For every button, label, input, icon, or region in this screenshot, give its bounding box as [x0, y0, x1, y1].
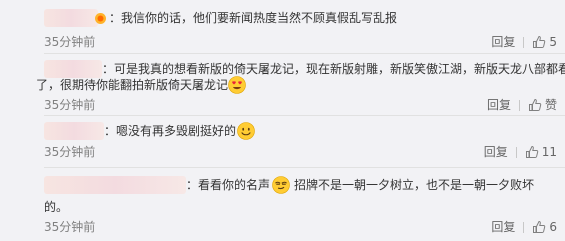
comment-time: 35分钟前 [44, 145, 96, 159]
action-divider [523, 221, 525, 233]
username[interactable] [44, 9, 98, 27]
comment-separator [44, 167, 565, 168]
like-button[interactable]: 6 [532, 220, 557, 234]
comment-text-line: 的。 [44, 198, 68, 216]
comment-actions: 回复 5 [491, 35, 557, 49]
action-divider [523, 36, 525, 48]
comment-time: 35分钟前 [44, 35, 96, 49]
like-count: 6 [549, 220, 557, 234]
comment-actions: 回复 6 [491, 220, 557, 234]
comment-separator [44, 115, 565, 116]
username[interactable] [44, 122, 104, 140]
action-divider [515, 146, 517, 158]
comment-text-line1: 可是我真的想看新版的倚天屠龙记，现在新版射雕，新版笑傲江湖，新版天龙八部都看 [114, 62, 565, 76]
colon: ： [186, 178, 199, 192]
like-label: 赞 [544, 98, 557, 112]
user-badge-icon [94, 12, 107, 25]
comment-actions: 回复 11 [484, 145, 557, 159]
comment-separator [44, 53, 565, 54]
comment-text: 嗯没有再多毁剧挺好的 [116, 124, 237, 138]
smirk-emoji-icon [272, 176, 290, 194]
thumbs-up-icon [532, 220, 549, 234]
comment-text-part2: 招牌不是一朝一夕树立，也不是一朝一夕败坏 [294, 178, 535, 192]
heart-eyes-emoji-icon [228, 76, 246, 94]
comment-text-part1: 看看你的名声 [198, 178, 271, 192]
smile-emoji-icon [237, 122, 255, 140]
colon: ： [104, 124, 117, 138]
comment-time: 35分钟前 [44, 220, 96, 234]
thumbs-up-icon [528, 98, 545, 112]
comment-text-line2: 的。 [44, 200, 69, 214]
like-button[interactable]: 11 [525, 145, 557, 159]
username[interactable] [44, 176, 186, 194]
comment-text-line: ：嗯没有再多毁剧挺好的 [44, 122, 255, 140]
like-count: 11 [541, 145, 557, 159]
comment-text-line: ：看看你的名声 招牌不是一朝一夕树立，也不是一朝一夕败坏 [44, 176, 534, 194]
action-divider [518, 99, 520, 111]
comment-text-line: 了，很期待你能翻拍新版倚天屠龙记 [36, 76, 246, 94]
colon: ： [102, 62, 115, 76]
thumbs-up-icon [525, 145, 542, 159]
like-count: 5 [549, 35, 557, 49]
like-button[interactable]: 5 [532, 35, 557, 49]
like-button[interactable]: 赞 [528, 98, 557, 112]
comment-time: 35分钟前 [44, 98, 96, 112]
comment-text-line2: 了，很期待你能翻拍新版倚天屠龙记 [36, 78, 229, 92]
comment-list: ：我信你的话，他们要新闻热度当然不顾真假乱写乱报 35分钟前 回复 5 ：可是我… [0, 0, 565, 241]
comment-text: 我信你的话，他们要新闻热度当然不顾真假乱写乱报 [121, 11, 398, 25]
colon: ： [109, 11, 122, 25]
reply-button[interactable]: 回复 [491, 35, 515, 49]
reply-button[interactable]: 回复 [487, 98, 511, 112]
thumbs-up-icon [532, 35, 549, 49]
reply-button[interactable]: 回复 [491, 220, 515, 234]
comment-text-line: ：我信你的话，他们要新闻热度当然不顾真假乱写乱报 [44, 9, 397, 27]
comment-actions: 回复 赞 [487, 98, 557, 112]
reply-button[interactable]: 回复 [484, 145, 508, 159]
